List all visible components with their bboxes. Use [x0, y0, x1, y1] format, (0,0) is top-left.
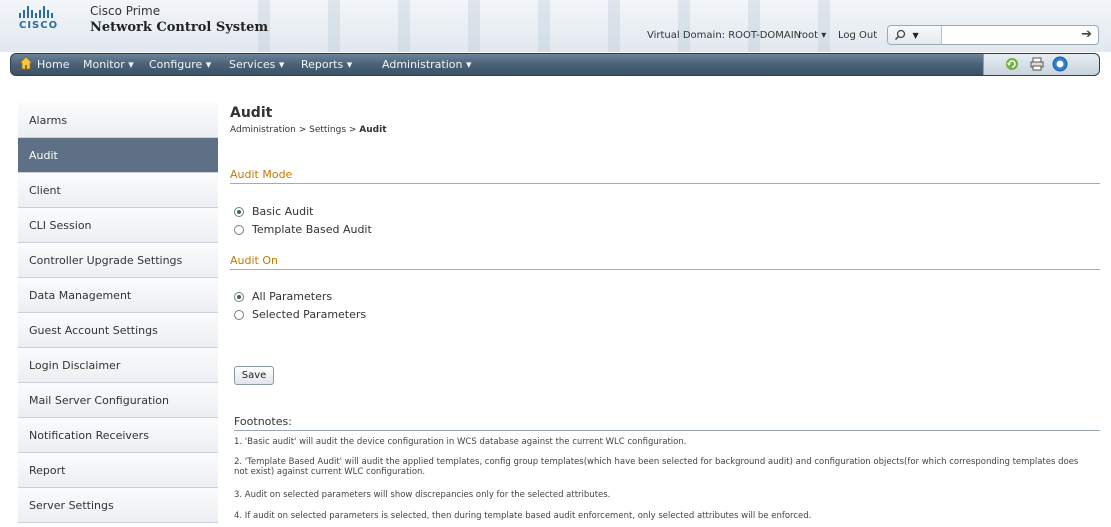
breadcrumb-current: Audit	[359, 125, 387, 135]
audit-on-section-title: Audit On	[230, 254, 1100, 270]
sidebar-item-login-disclaimer[interactable]: Login Disclaimer	[18, 348, 218, 383]
search-go-icon[interactable]: ➔	[1081, 27, 1092, 42]
radio-all-parameters[interactable]: All Parameters	[234, 290, 332, 303]
sidebar-item-cli-session[interactable]: CLI Session	[18, 208, 218, 243]
virtual-domain-label: Virtual Domain: ROOT-DOMAIN	[647, 30, 802, 41]
main-nav: Home Monitor ▾ Configure ▾ Services ▾ Re…	[10, 53, 1100, 76]
radio-label: Selected Parameters	[252, 308, 367, 321]
save-button[interactable]: Save	[234, 366, 274, 385]
footnotes-title: Footnotes:	[234, 415, 1100, 431]
radio-label: All Parameters	[252, 290, 333, 303]
audit-mode-section-title: Audit Mode	[230, 168, 1100, 184]
cisco-logo-word: CISCO	[19, 20, 59, 31]
radio-selected-parameters[interactable]: Selected Parameters	[234, 308, 366, 321]
footnote-3: 3. Audit on selected parameters will sho…	[234, 490, 611, 500]
radio-button[interactable]	[234, 224, 244, 235]
search-icon	[894, 29, 906, 41]
nav-tools	[983, 54, 1099, 75]
search-box: ▼ ➔	[887, 25, 1099, 45]
sidebar-item-server-settings[interactable]: Server Settings	[18, 488, 218, 523]
nav-administration[interactable]: Administration ▾	[382, 58, 472, 71]
user-menu[interactable]: root ▾	[798, 30, 826, 41]
radio-label: Template Based Audit	[252, 223, 372, 236]
nav-reports[interactable]: Reports ▾	[301, 58, 352, 71]
print-icon[interactable]	[1030, 57, 1044, 71]
sidebar-item-audit[interactable]: Audit	[18, 138, 218, 173]
brand-line-2: Network Control System	[90, 20, 269, 35]
sidebar-item-alarms[interactable]: Alarms	[18, 103, 218, 138]
header-decoration	[230, 0, 850, 52]
sidebar-item-client[interactable]: Client	[18, 173, 218, 208]
radio-basic-audit[interactable]: Basic Audit	[234, 205, 313, 218]
radio-label: Basic Audit	[252, 205, 314, 218]
settings-sidebar: Alarms Audit Client CLI Session Controll…	[18, 103, 218, 523]
logout-link[interactable]: Log Out	[838, 30, 877, 41]
chevron-down-icon: ▼	[912, 31, 919, 40]
cisco-logo: CISCO	[19, 6, 61, 31]
sidebar-item-mail-server-configuration[interactable]: Mail Server Configuration	[18, 383, 218, 418]
sidebar-item-guest-account-settings[interactable]: Guest Account Settings	[18, 313, 218, 348]
sidebar-item-notification-receivers[interactable]: Notification Receivers	[18, 418, 218, 453]
nav-monitor[interactable]: Monitor ▾	[83, 58, 134, 71]
cisco-logo-bars	[19, 6, 61, 18]
search-input[interactable]	[946, 27, 1074, 43]
nav-home[interactable]: Home	[37, 58, 69, 71]
footnote-2: 2. 'Template Based Audit' will audit the…	[234, 457, 1079, 477]
page-title: Audit	[230, 105, 273, 121]
main-content: Audit Administration > Settings > Audit	[230, 105, 1100, 135]
home-icon[interactable]	[19, 56, 33, 70]
radio-button-checked[interactable]	[234, 291, 244, 302]
radio-button[interactable]	[234, 309, 244, 320]
breadcrumb: Administration > Settings > Audit	[230, 125, 1100, 135]
app-header: CISCO Cisco Prime Network Control System…	[0, 0, 1111, 52]
radio-template-based-audit[interactable]: Template Based Audit	[234, 223, 372, 236]
refresh-icon[interactable]	[1004, 56, 1020, 72]
breadcrumb-path[interactable]: Administration > Settings >	[230, 125, 359, 135]
radio-button-checked[interactable]	[234, 206, 244, 217]
footnote-4: 4. If audit on selected parameters is se…	[234, 511, 812, 521]
search-scope-dropdown[interactable]: ▼	[888, 26, 942, 44]
footnote-1: 1. 'Basic audit' will audit the device c…	[234, 437, 687, 447]
nav-services[interactable]: Services ▾	[229, 58, 284, 71]
help-icon[interactable]	[1052, 56, 1068, 72]
sidebar-item-data-management[interactable]: Data Management	[18, 278, 218, 313]
brand-line-1: Cisco Prime	[90, 4, 161, 18]
sidebar-item-controller-upgrade-settings[interactable]: Controller Upgrade Settings	[18, 243, 218, 278]
sidebar-item-report[interactable]: Report	[18, 453, 218, 488]
nav-configure[interactable]: Configure ▾	[149, 58, 211, 71]
